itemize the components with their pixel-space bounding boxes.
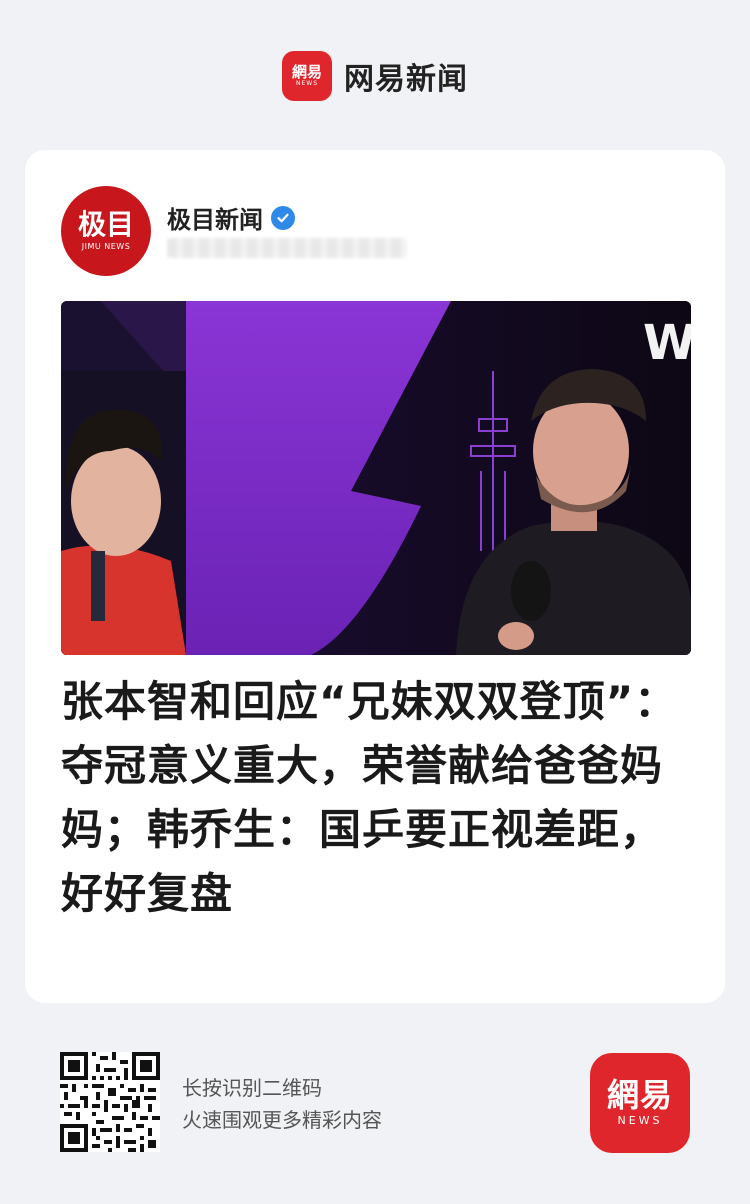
app-header: 網易 NEWS 网易新闻 <box>0 48 750 104</box>
logo-subtext: NEWS <box>295 79 319 87</box>
article-title[interactable]: 张本智和回应“兄妹双双登顶”：夺冠意义重大，荣誉献给爸爸妈妈；韩乔生：国乒要正视… <box>61 670 691 926</box>
logo-text: 網易 <box>291 62 322 81</box>
source-name-wrap: 极目新闻 <box>167 200 295 235</box>
qr-instructions: 长按识别二维码 火速围观更多精彩内容 <box>182 1072 382 1136</box>
source-row[interactable]: 极目 JIMU NEWS 极目新闻 <box>61 186 681 276</box>
source-subtitle-redacted <box>167 238 407 258</box>
avatar-text: 极目 <box>77 208 134 241</box>
app-name: 网易新闻 <box>344 62 468 97</box>
netease-news-logo-icon: 網易 NEWS <box>590 1053 690 1153</box>
source-name[interactable]: 极目新闻 <box>167 200 263 235</box>
avatar-subtext: JIMU NEWS <box>81 242 131 251</box>
article-card[interactable]: 极目 JIMU NEWS 极目新闻 W 张本智和回应“兄妹双双登顶”：夺冠意义重… <box>25 150 725 1003</box>
netease-logo-icon: 網易 NEWS <box>282 51 332 101</box>
qr-code[interactable] <box>60 1052 160 1152</box>
footer-logo-subtext: NEWS <box>617 1114 663 1127</box>
article-image[interactable]: W <box>61 301 691 655</box>
qr-line-2: 火速围观更多精彩内容 <box>182 1108 382 1132</box>
verified-check-icon <box>271 205 295 230</box>
source-avatar[interactable]: 极目 JIMU NEWS <box>61 186 151 276</box>
qr-line-1: 长按识别二维码 <box>182 1076 322 1100</box>
svg-text:W: W <box>643 315 691 371</box>
footer-logo-text: 網易 <box>606 1076 673 1114</box>
